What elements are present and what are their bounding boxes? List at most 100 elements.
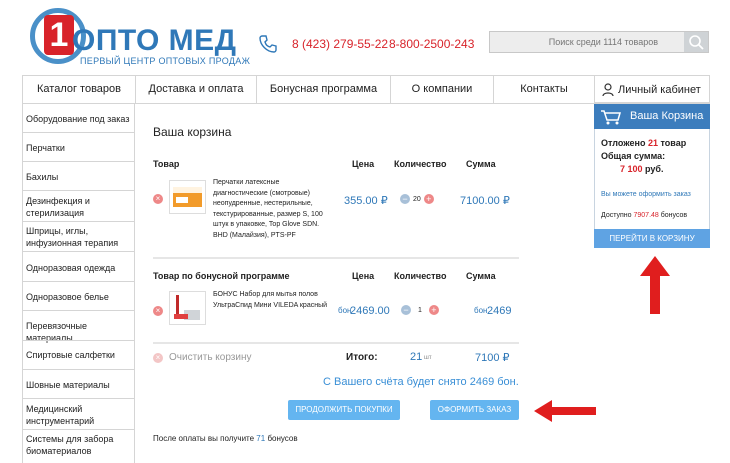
available-suffix: бонусов: [660, 212, 688, 219]
col-product: Товар: [153, 159, 180, 169]
deferred-count: 21: [647, 138, 658, 148]
total-sum: 7100 ₽: [475, 352, 510, 364]
sidebar-item[interactable]: Перчатки: [26, 142, 134, 154]
bonus-product-description[interactable]: БОНУС Набор для мытья полов УльтраСпид М…: [213, 290, 333, 311]
delete-icon: ×: [155, 306, 161, 315]
total-qty-unit: шт: [424, 355, 432, 361]
sidebar-item[interactable]: Оборудование под заказ: [26, 113, 134, 125]
bonus-quantity-stepper: − 1 +: [401, 305, 439, 315]
nav-item-about[interactable]: О компании: [391, 76, 494, 103]
sidebar-divider: [23, 281, 135, 282]
plus-icon[interactable]: +: [423, 194, 434, 204]
sidebar-item[interactable]: Одноразовое белье: [26, 291, 134, 303]
minus-icon[interactable]: −: [401, 305, 411, 315]
sidebar-item[interactable]: Медицинский инструментарий: [26, 403, 96, 427]
delete-item-button[interactable]: ×: [153, 194, 163, 204]
sidebar-divider: [23, 429, 135, 430]
cart-title: Ваша корзина: [153, 125, 232, 139]
clear-cart-button[interactable]: × Очистить корзину: [153, 352, 252, 363]
total-qty: 21: [410, 351, 423, 363]
sidebar-divider: [23, 221, 135, 222]
sidebar-item[interactable]: Дезинфекция и стерилизация: [26, 195, 114, 219]
col-bonus-product: Товар по бонусной программе: [153, 271, 290, 281]
phone-number-2[interactable]: 8-800-2500-243: [389, 37, 474, 51]
go-to-cart-button[interactable]: ПЕРЕЙТИ В КОРЗИНУ: [594, 229, 710, 248]
search-button[interactable]: [684, 32, 708, 52]
divider: [153, 257, 519, 259]
col-bonus-qty: Количество: [394, 271, 447, 281]
gloves-box-image: [173, 187, 202, 207]
bonus-quantity-value[interactable]: 1: [414, 307, 426, 314]
sidebar-item[interactable]: Шовные материалы: [26, 379, 134, 391]
product-description[interactable]: Перчатки латексные диагностические (смот…: [213, 178, 325, 241]
phone-icon: [259, 35, 277, 53]
clear-cart-label: Очистить корзину: [169, 352, 252, 363]
product-sum: 7100.00 ₽: [460, 195, 510, 207]
quantity-stepper: − 20 +: [400, 194, 434, 204]
bonus-product-sum: 2469: [487, 305, 512, 317]
search-input[interactable]: [490, 32, 686, 52]
nav-item-delivery[interactable]: Доставка и оплата: [136, 76, 257, 103]
nav-item-catalog[interactable]: Каталог товаров: [23, 76, 136, 103]
plus-icon[interactable]: +: [428, 305, 439, 315]
mop-bucket-image: [174, 295, 200, 320]
sidebar-divider: [23, 190, 135, 191]
total-label: Итого:: [346, 352, 378, 363]
phone-number-1[interactable]: 8 (423) 279-55-22: [292, 37, 388, 51]
sidebar-divider: [23, 398, 135, 399]
col-bonus-price: Цена: [352, 271, 375, 281]
bonus-sum-prefix: бон: [474, 306, 488, 315]
bonus-deduction-note: С Вашего счёта будет снято 2469 бон.: [323, 376, 519, 388]
user-icon: [602, 83, 614, 97]
col-sum: Сумма: [466, 159, 496, 169]
after-pay-value: 71: [256, 434, 266, 443]
sidebar-divider: [23, 310, 135, 311]
sidebar-item[interactable]: Шприцы, иглы, инфузионная терапия: [26, 225, 134, 249]
sidebar-item[interactable]: Бахилы: [26, 171, 134, 183]
search-icon: [689, 35, 704, 50]
deferred-line: Отложено 21 товар: [601, 138, 686, 148]
nav-item-contacts[interactable]: Контакты: [494, 76, 595, 103]
mini-cart-header[interactable]: Ваша Корзина: [594, 104, 710, 129]
sidebar-item[interactable]: Системы для забора биоматериалов: [26, 433, 134, 457]
after-pay-suffix: бонусов: [267, 434, 298, 443]
available-bonus-line: Доступно 7907.48 бонусов: [601, 212, 687, 219]
sum-value: 7 100: [620, 164, 643, 174]
continue-shopping-button[interactable]: ПРОДОЛЖИТЬ ПОКУПКИ: [288, 400, 400, 420]
delete-bonus-item-button[interactable]: ×: [153, 306, 163, 316]
minus-icon[interactable]: −: [400, 194, 410, 204]
delete-icon: ×: [153, 352, 163, 363]
sidebar-item[interactable]: Спиртовые салфетки: [26, 349, 134, 361]
sum-line: 7 100 руб.: [620, 164, 664, 174]
bonus-product-image[interactable]: [169, 291, 206, 325]
search-box: [489, 31, 709, 53]
mini-cart-title: Ваша Корзина: [630, 110, 704, 122]
after-pay-prefix: После оплаты вы получите: [153, 434, 255, 443]
checkout-button[interactable]: ОФОРМИТЬ ЗАКАЗ: [430, 400, 519, 420]
account-label: Личный кабинет: [618, 84, 701, 96]
sidebar: Оборудование под заказ Перчатки Бахилы Д…: [22, 104, 135, 463]
product-price: 355.00 ₽: [344, 195, 388, 207]
logo-subtitle: ПЕРВЫЙ ЦЕНТР ОПТОВЫХ ПРОДАЖ: [80, 56, 251, 66]
arrow-left-annotation: [534, 400, 596, 422]
sidebar-item[interactable]: Одноразовая одежда: [26, 262, 134, 274]
can-order-link[interactable]: Вы можете оформить заказ: [601, 191, 691, 198]
delete-icon: ×: [155, 194, 161, 203]
deferred-prefix: Отложено: [601, 138, 646, 148]
nav-item-bonus[interactable]: Бонусная программа: [257, 76, 391, 103]
account-link[interactable]: Личный кабинет: [594, 75, 710, 103]
sum-label: Общая сумма:: [601, 151, 666, 161]
quantity-value[interactable]: 20: [413, 196, 421, 203]
product-image[interactable]: [169, 180, 206, 214]
cart-icon: [601, 110, 621, 125]
sidebar-divider: [23, 251, 135, 252]
sum-unit: руб.: [645, 164, 664, 174]
col-bonus-sum: Сумма: [466, 271, 496, 281]
col-price: Цена: [352, 159, 375, 169]
after-payment-note: После оплаты вы получите 71 бонусов: [153, 434, 298, 443]
sidebar-divider: [23, 132, 135, 133]
sidebar-divider: [23, 161, 135, 162]
sidebar-divider: [23, 369, 135, 370]
divider: [153, 342, 519, 344]
logo-title[interactable]: ОПТО МЕД: [72, 26, 237, 56]
